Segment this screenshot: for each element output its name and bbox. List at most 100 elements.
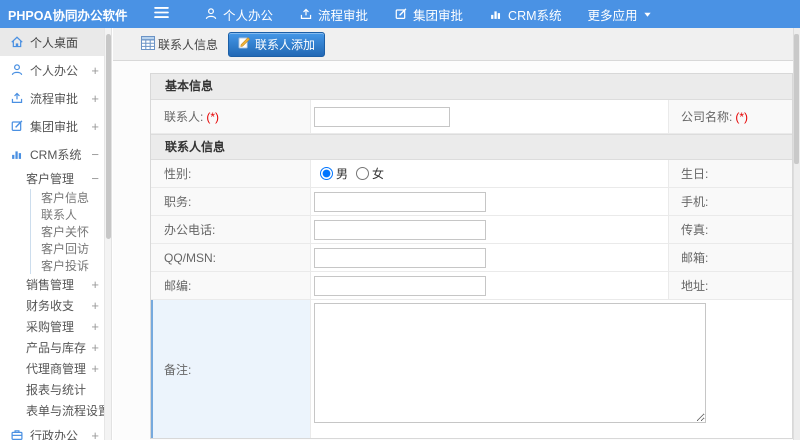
tab-label: 联系人信息 (158, 37, 219, 52)
remark-textarea[interactable] (313, 303, 706, 423)
field-label: 办公电话: (164, 223, 216, 237)
main-content: 联系人信息 联系人添加 基本信息 联系人: (*) 公司名称: (*) 联系人信… (113, 28, 800, 440)
sidebar-item-label: 客户管理 (26, 172, 75, 186)
sidebar-item-customer-care[interactable]: 客户关怀 (31, 223, 111, 240)
sidebar-item-products-inventory[interactable]: 产品与库存 + (0, 337, 111, 358)
sidebar-item-label: 客户关怀 (41, 225, 90, 239)
zip-label-cell: 邮编: (151, 272, 311, 299)
add-contact-icon (238, 36, 251, 52)
sidebar-item-label: 联系人 (41, 208, 78, 222)
sidebar-item-label: 客户信息 (41, 191, 90, 205)
sidebar-item-customer-info[interactable]: 客户信息 (31, 189, 111, 206)
form-row-office-phone: 办公电话: 传真: (151, 216, 792, 244)
nav-label: 更多应用 (587, 8, 638, 23)
birthday-label-cell: 生日: (669, 160, 792, 187)
expand-toggle: + (91, 62, 99, 78)
page-scrollbar-thumb[interactable] (794, 34, 799, 164)
qq-msn-input[interactable] (314, 247, 486, 268)
qq-msn-label-cell: QQ/MSN: (151, 244, 311, 271)
section-header-basic-info: 基本信息 (151, 74, 792, 100)
sidebar-item-workflow-approval[interactable]: 流程审批 + (0, 84, 111, 112)
sidebar-item-label: 代理商管理 (26, 362, 87, 376)
sidebar-item-contacts[interactable]: 联系人 (31, 206, 111, 223)
collapse-toggle: − (91, 146, 99, 162)
expand-toggle: + (91, 118, 99, 134)
office-phone-input-cell (311, 216, 669, 243)
gender-female-radio[interactable] (356, 167, 370, 180)
edit-square-icon (10, 119, 24, 133)
sidebar-item-customer-complaint[interactable]: 客户投诉 (31, 257, 111, 274)
position-input[interactable] (314, 191, 486, 212)
remark-label-cell: 备注: (151, 300, 311, 438)
form-row-contact-name: 联系人: (*) 公司名称: (*) (151, 100, 792, 134)
gender-male-option[interactable]: 男 (314, 165, 348, 182)
tab-contact-add[interactable]: 联系人添加 (228, 31, 326, 57)
nav-label: 集团审批 (413, 8, 464, 23)
home-icon (10, 35, 24, 49)
sidebar-item-group-approval[interactable]: 集团审批 + (0, 112, 111, 140)
field-label: 生日: (681, 167, 709, 181)
sidebar-item-reports-statistics[interactable]: 报表与统计 (0, 379, 111, 400)
sidebar-item-admin-office[interactable]: 行政办公 + (0, 421, 111, 440)
office-phone-input[interactable] (314, 219, 486, 240)
field-label: 邮编: (164, 279, 192, 293)
gender-female-option[interactable]: 女 (350, 165, 384, 182)
sidebar-item-label: 个人办公 (30, 63, 79, 78)
nav-group-approval[interactable]: 集团审批 (381, 0, 476, 28)
mobile-label-cell: 手机: (669, 188, 792, 215)
tab-label: 联系人添加 (255, 37, 316, 52)
sidebar-item-agent-management[interactable]: 代理商管理 + (0, 358, 111, 379)
expand-toggle: + (91, 298, 99, 313)
field-label: 手机: (681, 195, 709, 209)
expand-toggle: + (91, 319, 99, 334)
hamburger-icon (154, 7, 169, 21)
sidebar-scrollbar-thumb[interactable] (106, 34, 111, 239)
sidebar-item-crm-system[interactable]: CRM系统 − (0, 140, 111, 168)
gender-label-cell: 性别: (151, 160, 311, 187)
expand-toggle: + (91, 90, 99, 106)
gender-male-radio[interactable] (320, 167, 333, 180)
hamburger-menu-button[interactable] (154, 7, 169, 21)
nav-personal-office[interactable]: 个人办公 (191, 0, 286, 28)
email-label-cell: 邮箱: (669, 244, 792, 271)
sidebar-item-purchasing[interactable]: 采购管理 + (0, 316, 111, 337)
sidebar-item-form-workflow-settings[interactable]: 表单与流程设置 + (0, 400, 111, 421)
sidebar-item-customer-management[interactable]: 客户管理 − (0, 168, 111, 189)
field-label: 传真: (681, 223, 709, 237)
nav-workflow-approval[interactable]: 流程审批 (286, 0, 381, 28)
zip-input[interactable] (314, 275, 486, 296)
bar-chart-icon (10, 147, 24, 161)
contact-name-input-cell (311, 100, 669, 133)
sidebar-item-label: 集团审批 (30, 119, 79, 134)
sidebar-item-label: 采购管理 (26, 320, 75, 334)
sidebar-item-label: 报表与统计 (26, 383, 87, 397)
nav-more-apps[interactable]: 更多应用 (575, 0, 665, 28)
field-label: 职务: (164, 195, 192, 209)
sidebar-item-sales-management[interactable]: 销售管理 + (0, 274, 111, 295)
sidebar-item-customer-followup[interactable]: 客户回访 (31, 240, 111, 257)
sidebar-item-personal-desktop[interactable]: 个人桌面 (0, 28, 111, 56)
sidebar-item-personal-office[interactable]: 个人办公 + (0, 56, 111, 84)
briefcase-icon (10, 428, 24, 440)
page-scrollbar-track (793, 28, 800, 440)
tab-contact-info[interactable]: 联系人信息 (141, 35, 219, 53)
expand-toggle: + (91, 340, 99, 355)
field-label: 公司名称: (681, 110, 733, 124)
top-nav: 个人办公 流程审批 集团审批 CRM系统 更多应用 (191, 0, 665, 28)
workflow-icon (10, 91, 24, 105)
nav-crm-system[interactable]: CRM系统 (476, 0, 574, 28)
expand-toggle: + (91, 361, 99, 376)
contact-name-input[interactable] (314, 106, 450, 127)
app-logo: PHPOA协同办公软件 (8, 8, 128, 23)
table-icon (141, 35, 155, 53)
address-label-cell: 地址: (669, 272, 792, 299)
expand-toggle: + (91, 277, 99, 292)
gender-radio-group: 男 女 (314, 165, 384, 182)
sidebar-item-label: 产品与库存 (26, 341, 87, 355)
sidebar: 个人桌面 个人办公 + 流程审批 + 集团审批 + CRM系统 − 客户管理 −… (0, 28, 112, 440)
office-phone-label-cell: 办公电话: (151, 216, 311, 243)
sidebar-item-label: 销售管理 (26, 278, 75, 292)
sidebar-item-finance[interactable]: 财务收支 + (0, 295, 111, 316)
contact-name-label-cell: 联系人: (*) (151, 100, 311, 133)
form-row-gender: 性别: 男 女 生日: (151, 160, 792, 188)
